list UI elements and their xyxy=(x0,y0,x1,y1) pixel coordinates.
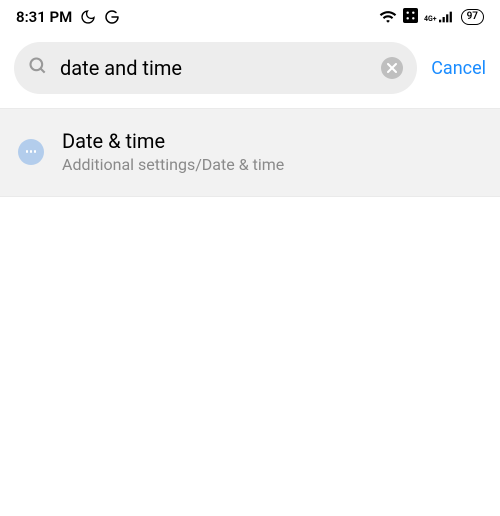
result-path: Additional settings/Date & time xyxy=(62,155,284,174)
result-text: Date & time Additional settings/Date & t… xyxy=(62,129,284,174)
status-bar: 8:31 PM xyxy=(0,0,500,32)
search-input[interactable] xyxy=(60,56,369,80)
status-left: 8:31 PM xyxy=(16,8,120,26)
signal-icon: 4G+ xyxy=(424,11,455,23)
more-icon xyxy=(18,139,44,165)
battery-icon: 97 xyxy=(461,9,484,25)
google-icon xyxy=(104,9,120,25)
wifi-icon xyxy=(379,8,397,27)
status-right: 4G+ 97 xyxy=(379,8,484,27)
search-field[interactable] xyxy=(14,42,417,94)
result-title: Date & time xyxy=(62,129,284,153)
search-icon xyxy=(28,56,48,80)
app-grid-icon xyxy=(403,8,418,27)
results-panel: Date & time Additional settings/Date & t… xyxy=(0,108,500,197)
moon-icon xyxy=(80,9,96,25)
clear-button[interactable] xyxy=(381,57,403,79)
status-time: 8:31 PM xyxy=(16,8,72,26)
result-item-date-time[interactable]: Date & time Additional settings/Date & t… xyxy=(16,129,484,174)
cancel-button[interactable]: Cancel xyxy=(431,58,486,79)
search-row: Cancel xyxy=(0,32,500,108)
